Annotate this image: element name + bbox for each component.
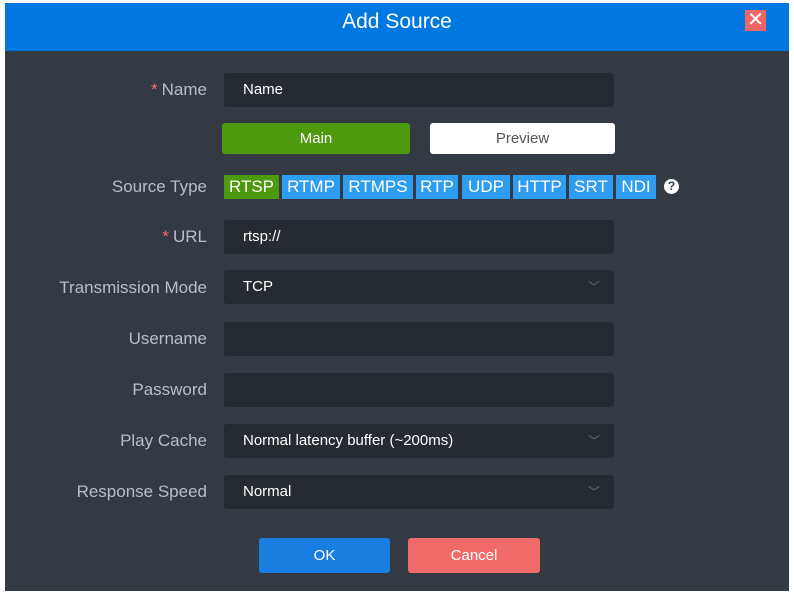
response-speed-label: Response Speed [76, 482, 207, 501]
source-type-http[interactable]: HTTP [513, 175, 566, 199]
response-speed-value: Normal [243, 483, 292, 500]
required-mark: * [151, 80, 158, 99]
username-label: Username [128, 329, 207, 348]
password-label: Password [132, 380, 207, 399]
source-type-rtmp[interactable]: RTMP [282, 175, 340, 199]
required-mark: * [162, 227, 169, 246]
cancel-button[interactable]: Cancel [408, 538, 540, 573]
url-input[interactable]: rtsp:// [224, 220, 614, 254]
close-icon[interactable]: ✕ [745, 10, 766, 31]
name-label-text: Name [161, 80, 207, 99]
transmission-mode-select[interactable]: TCP ﹀ [224, 270, 614, 304]
main-stream-button[interactable]: Main [222, 123, 410, 154]
url-label-text: URL [172, 227, 207, 246]
ok-button[interactable]: OK [259, 538, 390, 573]
transmission-mode-label: Transmission Mode [59, 278, 207, 297]
chevron-down-icon: ﹀ [587, 485, 600, 499]
chevron-down-icon: ﹀ [587, 280, 600, 294]
source-type-label: Source Type [111, 177, 207, 196]
play-cache-label: Play Cache [120, 431, 207, 450]
password-input[interactable] [224, 373, 614, 407]
add-source-dialog: Add Source ✕ * Name Name Main Preview Sou… [5, 3, 789, 591]
source-type-rtsp[interactable]: RTSP [224, 175, 279, 199]
transmission-mode-value: TCP [243, 278, 273, 295]
help-icon[interactable]: ? [664, 179, 679, 194]
source-type-srt[interactable]: SRT [569, 175, 613, 199]
play-cache-value: Normal latency buffer (~200ms) [243, 432, 454, 449]
play-cache-select[interactable]: Normal latency buffer (~200ms) ﹀ [224, 424, 614, 458]
preview-stream-button[interactable]: Preview [430, 123, 615, 154]
source-type-ndi[interactable]: NDI [616, 175, 656, 199]
dialog-header: Add Source ✕ [5, 3, 789, 51]
source-type-rtmps[interactable]: RTMPS [343, 175, 413, 199]
response-speed-select[interactable]: Normal ﹀ [224, 475, 614, 509]
username-input[interactable] [224, 322, 614, 356]
url-label: * URL [162, 227, 207, 247]
dialog-title: Add Source [342, 10, 452, 33]
source-type-rtp[interactable]: RTP [416, 175, 458, 199]
name-input[interactable]: Name [224, 73, 614, 107]
name-label: * Name [151, 80, 207, 100]
source-type-udp[interactable]: UDP [462, 175, 510, 199]
chevron-down-icon: ﹀ [587, 434, 600, 448]
